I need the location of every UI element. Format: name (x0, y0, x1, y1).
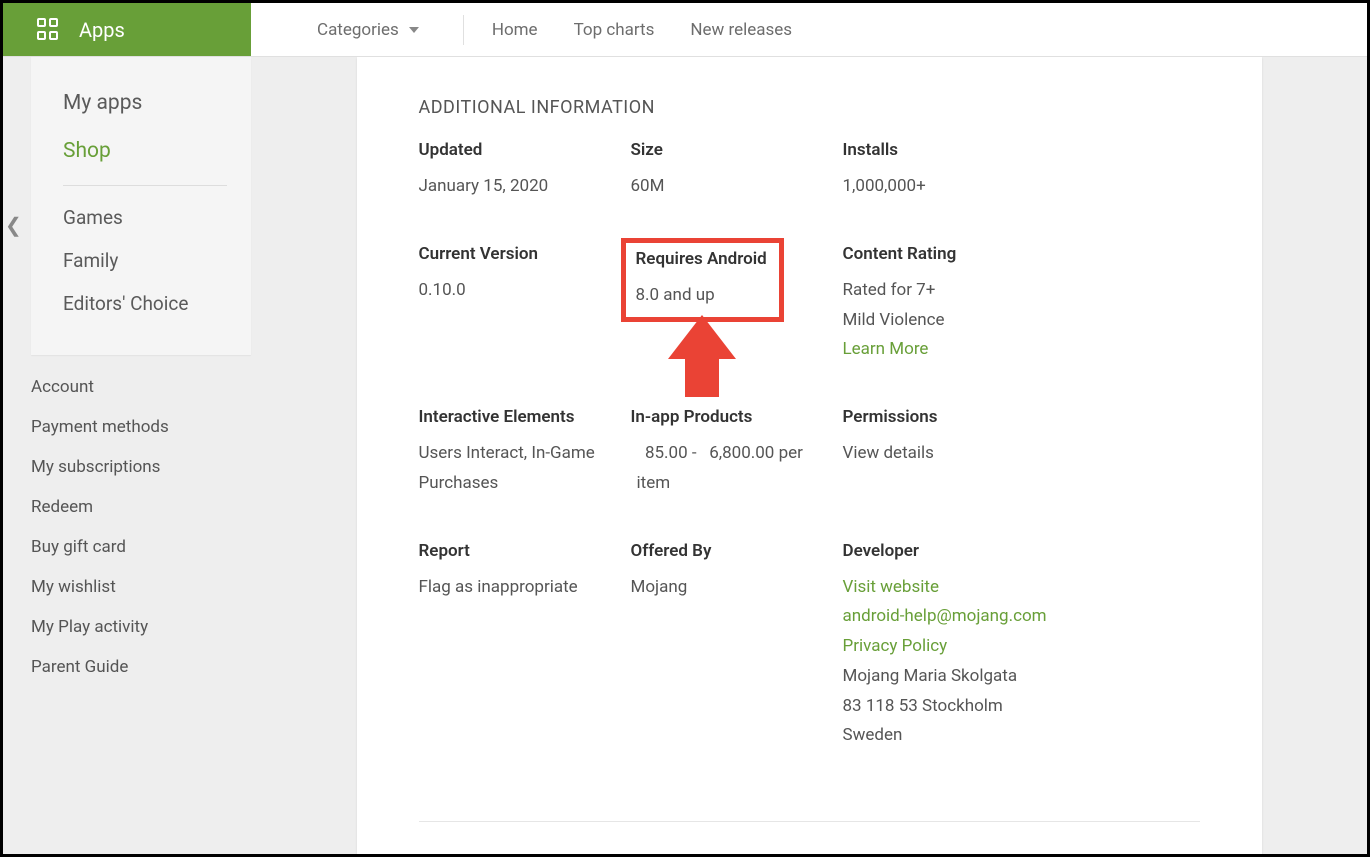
sidebar-item-shop[interactable]: Shop (31, 127, 251, 175)
developer-address-line1: Mojang Maria Skolgata (843, 662, 1093, 692)
info-current-version-value: 0.10.0 (419, 276, 631, 306)
info-in-app-products-value: 85.00 - 6,800.00 per item (631, 439, 811, 499)
info-permissions-label: Permissions (843, 407, 1093, 427)
permissions-view-details-link[interactable]: View details (843, 439, 1093, 469)
info-permissions: Permissions View details (843, 407, 1093, 499)
info-installs-label: Installs (843, 140, 1093, 160)
developer-visit-website-link[interactable]: Visit website (843, 573, 1093, 603)
info-developer-label: Developer (843, 541, 1093, 561)
info-updated-label: Updated (419, 140, 631, 160)
sidebar-item-parent-guide[interactable]: Parent Guide (3, 647, 251, 687)
categories-label: Categories (317, 20, 399, 40)
sidebar-account-list: Account Payment methods My subscriptions… (3, 355, 251, 699)
sidebar-item-redeem[interactable]: Redeem (3, 487, 251, 527)
chevron-down-icon (409, 27, 419, 33)
info-size-label: Size (631, 140, 843, 160)
apps-badge[interactable]: Apps (3, 3, 251, 56)
sidebar: ❮ My apps Shop Games Family Editors' Cho… (3, 57, 251, 854)
developer-address-line2: 83 118 53 Stockholm (843, 692, 1093, 722)
section-title: ADDITIONAL INFORMATION (419, 97, 1200, 118)
info-requires-android: Requires Android 8.0 and up (631, 244, 843, 365)
highlight-box: Requires Android 8.0 and up (621, 238, 784, 322)
info-offered-by: Offered By Mojang (631, 541, 843, 752)
developer-email-link[interactable]: android-help@mojang.com (843, 602, 1093, 632)
content-rating-line1: Rated for 7+ (843, 276, 1093, 306)
content-rating-learn-more-link[interactable]: Learn More (843, 335, 1093, 365)
sidebar-item-buy-gift-card[interactable]: Buy gift card (3, 527, 251, 567)
arrow-up-icon (668, 315, 736, 397)
categories-dropdown[interactable]: Categories (251, 20, 453, 40)
info-in-app-products-label: In-app Products (631, 407, 843, 427)
top-bar: Apps Categories Home Top charts New rele… (3, 3, 1367, 57)
sidebar-item-my-subscriptions[interactable]: My subscriptions (3, 447, 251, 487)
developer-privacy-policy-link[interactable]: Privacy Policy (843, 632, 1093, 662)
info-updated: Updated January 15, 2020 (419, 140, 631, 202)
card-divider (419, 821, 1200, 822)
info-developer: Developer Visit website android-help@moj… (843, 541, 1093, 752)
sidebar-item-editors-choice[interactable]: Editors' Choice (31, 282, 251, 325)
info-requires-android-value: 8.0 and up (636, 281, 767, 311)
info-size-value: 60M (631, 172, 843, 202)
info-current-version: Current Version 0.10.0 (419, 244, 631, 365)
chevron-left-icon[interactable]: ❮ (3, 207, 24, 243)
info-current-version-label: Current Version (419, 244, 631, 264)
sidebar-item-my-wishlist[interactable]: My wishlist (3, 567, 251, 607)
info-installs-value: 1,000,000+ (843, 172, 1093, 202)
sidebar-item-family[interactable]: Family (31, 239, 251, 282)
sidebar-item-games[interactable]: Games (31, 196, 251, 239)
sidebar-item-my-play-activity[interactable]: My Play activity (3, 607, 251, 647)
apps-label: Apps (79, 18, 125, 42)
sidebar-divider (63, 185, 227, 186)
info-content-rating: Content Rating Rated for 7+ Mild Violenc… (843, 244, 1093, 365)
developer-address-line3: Sweden (843, 721, 1093, 751)
nav-top-charts[interactable]: Top charts (556, 20, 673, 40)
info-in-app-products: In-app Products 85.00 - 6,800.00 per ite… (631, 407, 843, 499)
apps-grid-icon (37, 18, 61, 42)
main-content: ADDITIONAL INFORMATION Updated January 1… (251, 57, 1367, 854)
info-installs: Installs 1,000,000+ (843, 140, 1093, 202)
info-report-label: Report (419, 541, 631, 561)
nav-home[interactable]: Home (474, 20, 556, 40)
nav-divider (463, 15, 464, 45)
top-nav: Categories Home Top charts New releases (251, 3, 810, 56)
info-interactive-elements-label: Interactive Elements (419, 407, 631, 427)
app-details-card: ADDITIONAL INFORMATION Updated January 1… (357, 57, 1262, 854)
sidebar-item-my-apps[interactable]: My apps (31, 79, 251, 127)
sidebar-item-account[interactable]: Account (3, 367, 251, 407)
info-content-rating-label: Content Rating (843, 244, 1093, 264)
flag-inappropriate-link[interactable]: Flag as inappropriate (419, 573, 631, 603)
info-size: Size 60M (631, 140, 843, 202)
info-interactive-elements: Interactive Elements Users Interact, In-… (419, 407, 631, 499)
info-grid: Updated January 15, 2020 Size 60M Instal… (419, 140, 1200, 751)
sidebar-item-payment-methods[interactable]: Payment methods (3, 407, 251, 447)
nav-new-releases[interactable]: New releases (672, 20, 810, 40)
info-report: Report Flag as inappropriate (419, 541, 631, 752)
info-offered-by-label: Offered By (631, 541, 843, 561)
info-updated-value: January 15, 2020 (419, 172, 631, 202)
sidebar-primary-card: My apps Shop Games Family Editors' Choic… (31, 57, 251, 355)
content-rating-line2: Mild Violence (843, 306, 1093, 336)
info-offered-by-value: Mojang (631, 573, 843, 603)
info-requires-android-label: Requires Android (636, 249, 767, 269)
info-interactive-elements-value: Users Interact, In-Game Purchases (419, 439, 604, 499)
